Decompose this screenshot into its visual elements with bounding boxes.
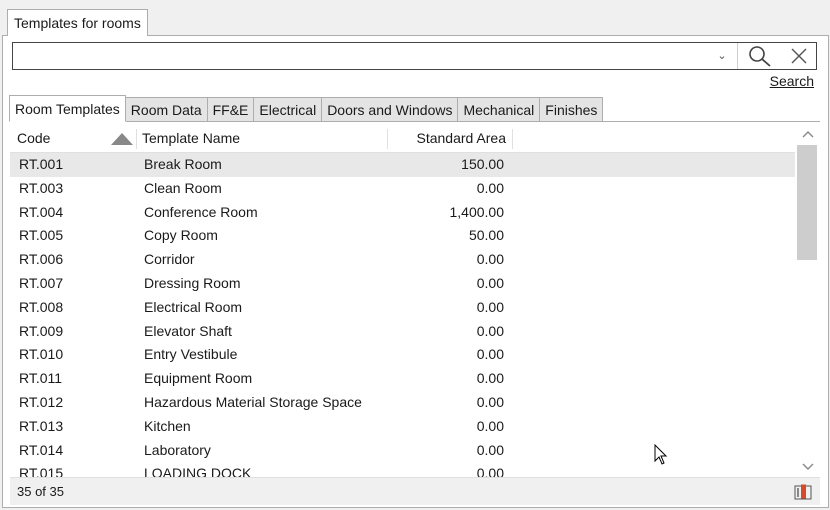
cell-template-name: Break Room [144,156,222,172]
cell-standard-area: 0.00 [476,298,504,315]
cell-code: RT.012 [19,393,64,410]
column-header-template-name[interactable]: Template Name [136,124,387,153]
cell-template-name: Equipment Room [144,370,253,387]
cell-code: RT.015 [19,465,64,477]
cell-standard-area: 0.00 [476,417,504,434]
tab-strip: Room Templates Room Data FF&E Electrical… [9,95,604,122]
window-tab[interactable]: Templates for rooms [7,9,148,36]
chevron-down-icon[interactable]: ⌄ [715,46,729,66]
cell-code: RT.003 [19,179,64,196]
cell-template-name: Dressing Room [144,274,241,291]
cell-standard-area: 0.00 [476,393,504,410]
grid-rows: RT.001 Break Room 150.00 RT.003 Clean Room 0… [10,153,795,477]
cell-standard-area: 1,400.00 [449,203,505,220]
scroll-down-icon[interactable] [795,457,820,477]
search-link[interactable]: Search [770,73,814,89]
tab-room-data[interactable]: Room Data [125,97,208,122]
column-header-standard-area[interactable]: Standard Area [387,124,512,153]
cell-code: RT.007 [19,274,64,291]
table-row[interactable]: RT.010 Entry Vestibule 0.00 [10,343,795,367]
table-row[interactable]: RT.015 LOADING DOCK 0.00 [10,462,795,477]
table-row[interactable]: RT.003 Clean Room 0.00 [10,177,795,201]
cell-standard-area: 0.00 [476,370,504,387]
room-templates-grid: Code Template Name Standard Area RT.001 B… [10,124,820,477]
cell-template-name: Entry Vestibule [144,346,238,363]
cell-template-name: Clean Room [144,179,222,196]
search-input[interactable] [15,45,710,67]
cell-code: RT.013 [19,417,64,434]
tab-mechanical[interactable]: Mechanical [458,97,541,122]
table-row[interactable]: RT.011 Equipment Room 0.00 [10,367,795,391]
cell-code: RT.010 [19,346,64,363]
cell-standard-area: 0.00 [476,322,504,339]
cell-standard-area: 0.00 [476,441,504,458]
cell-template-name: Hazardous Material Storage Space [144,393,362,410]
cell-template-name: Copy Room [144,227,218,244]
close-icon [791,48,807,64]
scrollbar-thumb[interactable] [797,145,817,260]
panel-toggle-icon[interactable] [794,484,812,503]
search-button[interactable] [737,43,781,69]
clear-search-button[interactable] [781,43,817,69]
cell-template-name: Electrical Room [144,298,243,315]
cell-template-name: Elevator Shaft [144,322,232,339]
sort-ascending-icon [111,133,133,145]
column-header-standard-area-label: Standard Area [416,130,506,146]
cell-code: RT.009 [19,322,64,339]
cell-code: RT.006 [19,251,64,268]
status-bar: 35 of 35 [10,477,820,505]
cell-template-name: Laboratory [144,441,211,458]
tab-finishes[interactable]: Finishes [540,97,604,122]
table-row[interactable]: RT.006 Corridor 0.00 [10,248,795,272]
cell-standard-area: 150.00 [461,156,504,172]
cell-template-name: LOADING DOCK [144,465,252,477]
tab-room-templates[interactable]: Room Templates [9,95,126,122]
column-header-code-label: Code [17,130,51,146]
table-row[interactable]: RT.007 Dressing Room 0.00 [10,272,795,296]
tab-divider [9,121,820,122]
cell-code: RT.014 [19,441,64,458]
cell-template-name: Corridor [144,251,195,268]
cell-standard-area: 0.00 [476,465,504,477]
tab-electrical[interactable]: Electrical [254,97,323,122]
cell-standard-area: 0.00 [476,346,504,363]
search-icon [748,46,771,67]
record-count: 35 of 35 [17,484,64,499]
table-row[interactable]: RT.009 Elevator Shaft 0.00 [10,320,795,344]
grid-header: Code Template Name Standard Area [10,124,795,153]
cell-code: RT.001 [19,156,64,172]
cell-code: RT.004 [19,203,64,220]
table-row[interactable]: RT.013 Kitchen 0.00 [10,415,795,439]
cell-standard-area: 50.00 [468,227,504,244]
scroll-up-icon[interactable] [795,124,820,144]
column-separator[interactable] [512,129,513,149]
mouse-cursor-icon [654,443,668,469]
cell-code: RT.008 [19,298,64,315]
vertical-scrollbar[interactable] [795,124,820,477]
search-bar: ⌄ [12,42,817,70]
table-row[interactable]: RT.012 Hazardous Material Storage Space 0.… [10,391,795,415]
table-row[interactable]: RT.001 Break Room 150.00 [10,153,795,177]
cell-template-name: Kitchen [144,417,191,434]
table-row[interactable]: RT.005 Copy Room 50.00 [10,224,795,248]
column-header-template-name-label: Template Name [142,130,241,146]
cell-template-name: Conference Room [144,203,258,220]
cell-standard-area: 0.00 [476,274,504,291]
tab-doors-and-windows[interactable]: Doors and Windows [322,97,459,122]
tab-ffe[interactable]: FF&E [207,97,255,122]
cell-standard-area: 0.00 [476,251,504,268]
cell-code: RT.005 [19,227,64,244]
column-header-code[interactable]: Code [11,124,136,153]
table-row[interactable]: RT.014 Laboratory 0.00 [10,439,795,463]
table-row[interactable]: RT.004 Conference Room 1,400.00 [10,201,795,225]
cell-standard-area: 0.00 [476,179,504,196]
table-row[interactable]: RT.008 Electrical Room 0.00 [10,296,795,320]
window-tab-label: Templates for rooms [14,15,141,31]
cell-code: RT.011 [19,370,63,387]
